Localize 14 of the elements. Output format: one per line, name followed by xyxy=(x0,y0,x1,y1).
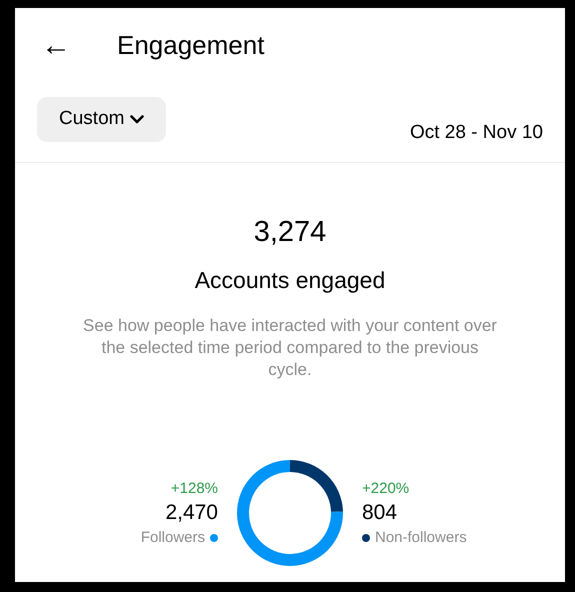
summary-title: Accounts engaged xyxy=(194,266,386,295)
chevron-down-icon xyxy=(130,115,144,124)
change-percent: +128% xyxy=(170,480,218,498)
change-percent: +220% xyxy=(362,480,410,498)
description: See how people have interacted with your content over the selected time period compared to the previous cycle. xyxy=(82,315,498,382)
group-count: 804 xyxy=(362,501,398,524)
legend-label: Followers xyxy=(140,528,205,548)
legend-label: Non-followers xyxy=(375,528,467,548)
accounts-count: 3,274 xyxy=(254,215,326,250)
date-range: Oct 28 - Nov 10 xyxy=(410,121,543,145)
back-button[interactable]: ← xyxy=(41,30,71,60)
page-title: Engagement xyxy=(117,29,264,62)
period-dropdown[interactable]: Custom xyxy=(37,97,166,142)
group-count: 2,470 xyxy=(165,501,218,524)
